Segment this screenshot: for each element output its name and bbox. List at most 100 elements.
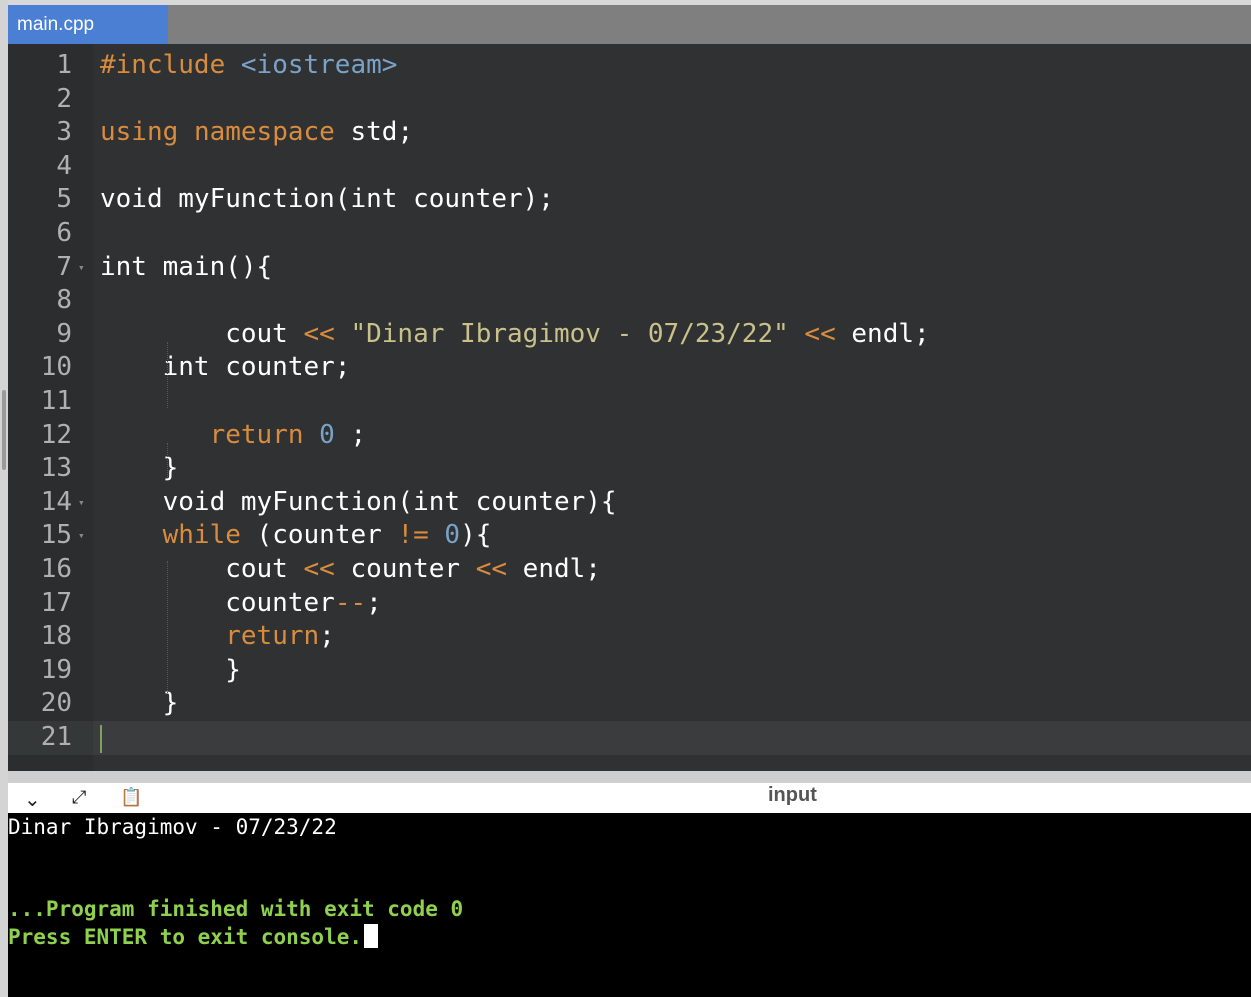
- line-number: 4: [56, 150, 72, 181]
- line-number: 7: [56, 251, 72, 282]
- code-token: return: [209, 419, 304, 450]
- code-token: ){: [460, 520, 492, 551]
- code-text: while (counter != 0){: [100, 519, 492, 553]
- code-token: !=: [397, 520, 429, 551]
- fold-arrow-icon[interactable]: ▾: [78, 519, 85, 553]
- code-token: std;: [334, 117, 414, 148]
- code-token: <<: [804, 318, 836, 349]
- line-number: 21: [40, 722, 72, 752]
- code-token: <<: [475, 554, 508, 584]
- left-scroll-thumb[interactable]: [2, 390, 6, 470]
- code-token: <iostream>: [240, 50, 398, 80]
- indent-guide: [167, 342, 168, 408]
- line-number: 2: [56, 83, 72, 114]
- chevron-down-icon[interactable]: ⌄: [24, 787, 41, 811]
- window-left-edge: [0, 0, 8, 997]
- code-line[interactable]: 7 ▾ int main(){: [8, 251, 1251, 285]
- tab-main-cpp[interactable]: main.cpp: [8, 5, 168, 44]
- code-line[interactable]: 5 void myFunction(int counter);: [8, 183, 1251, 217]
- code-text: }: [100, 654, 241, 688]
- code-line[interactable]: 19 }: [8, 654, 1251, 688]
- code-line[interactable]: 15 ▾ while (counter != 0){: [8, 519, 1251, 553]
- code-token: 0: [444, 520, 461, 551]
- code-token: <<: [303, 318, 335, 349]
- line-number: 17: [40, 587, 72, 618]
- code-token: int counter;: [100, 352, 351, 383]
- console-exit-line: Press ENTER to exit console.: [8, 923, 379, 951]
- code-line[interactable]: 3 using namespace std;: [8, 116, 1251, 150]
- line-number: 6: [56, 218, 72, 248]
- console-title: input: [768, 784, 817, 806]
- online-ide: main.cpp 1 #include <iostream> 2 3 using nam…: [8, 0, 1251, 997]
- code-line[interactable]: 14 ▾ void myFunction(int counter){: [8, 486, 1251, 520]
- line-number: 11: [40, 386, 72, 416]
- line-number: 5: [56, 184, 72, 215]
- line-number: 3: [56, 117, 72, 148]
- code-line[interactable]: 2: [8, 83, 1251, 117]
- console-finished-line: ...Program finished with exit code 0: [8, 897, 464, 921]
- code-line[interactable]: 4: [8, 150, 1251, 184]
- code-token: cout: [100, 554, 304, 584]
- line-number: 19: [40, 654, 72, 685]
- code-text: cout << "Dinar Ibragimov - 07/23/22" << …: [100, 318, 929, 352]
- code-line[interactable]: 20 }: [8, 687, 1251, 721]
- code-line[interactable]: 10 int counter;: [8, 351, 1251, 385]
- fold-arrow-icon[interactable]: ▾: [78, 486, 85, 520]
- code-token: ;: [366, 587, 382, 618]
- code-editor[interactable]: 1 #include <iostream> 2 3 using namespace st…: [8, 44, 1251, 771]
- line-number: 16: [40, 554, 72, 584]
- code-text: return 0 ;: [100, 419, 367, 453]
- code-line[interactable]: 12 return 0 ;: [8, 419, 1251, 453]
- code-line[interactable]: 9 cout << "Dinar Ibragimov - 07/23/22" <…: [8, 318, 1251, 352]
- code-token: ;: [319, 621, 335, 652]
- indent-guide: [167, 443, 168, 477]
- code-line[interactable]: 6: [8, 217, 1251, 251]
- line-number: 10: [40, 352, 72, 383]
- fold-arrow-icon[interactable]: ▾: [78, 251, 85, 285]
- code-text: cout << counter << endl;: [100, 553, 601, 587]
- indent-guide: [167, 561, 168, 693]
- code-line[interactable]: 1 #include <iostream>: [8, 49, 1251, 83]
- code-token: counter: [100, 587, 335, 618]
- code-token: <<: [303, 554, 335, 584]
- code-token: counter: [334, 554, 476, 584]
- expand-arrows-icon[interactable]: ⤢: [72, 787, 86, 808]
- text-cursor: [100, 725, 102, 753]
- code-text: using namespace std;: [100, 116, 413, 150]
- line-number: 8: [56, 285, 72, 316]
- code-token: "Dinar Ibragimov - 07/23/22": [350, 318, 789, 349]
- code-line[interactable]: 17 counter--;: [8, 587, 1251, 621]
- console-output[interactable]: Dinar Ibragimov - 07/23/22 ...Program fi…: [8, 813, 1251, 997]
- code-line[interactable]: 11: [8, 385, 1251, 419]
- code-text: return;: [100, 620, 335, 654]
- code-token: namespace: [193, 117, 335, 148]
- code-line[interactable]: 8: [8, 284, 1251, 318]
- code-text: int counter;: [100, 351, 351, 385]
- code-text: void myFunction(int counter){: [100, 486, 617, 520]
- code-line[interactable]: 16 cout << counter << endl;: [8, 553, 1251, 587]
- code-token: void myFunction(int counter);: [100, 184, 554, 215]
- code-line[interactable]: 18 return;: [8, 620, 1251, 654]
- line-number: 18: [40, 621, 72, 652]
- code-token: ;: [334, 419, 367, 450]
- console-toolbar: ⌄ ⤢ 📋 input: [8, 783, 1251, 813]
- code-token: endl;: [507, 554, 601, 584]
- panel-splitter[interactable]: [8, 771, 1251, 783]
- clipboard-icon[interactable]: 📋: [120, 787, 142, 808]
- code-token: int main(){: [100, 251, 273, 282]
- console-output-line: Dinar Ibragimov - 07/23/22: [8, 815, 337, 839]
- code-line[interactable]: 13 }: [8, 452, 1251, 486]
- code-text: void myFunction(int counter);: [100, 183, 554, 217]
- line-number: 13: [40, 453, 72, 484]
- line-number: 12: [40, 419, 72, 450]
- code-token: }: [100, 654, 241, 685]
- code-line[interactable]: 21: [8, 721, 1251, 755]
- code-token: return: [225, 621, 320, 652]
- code-token: using: [100, 117, 179, 148]
